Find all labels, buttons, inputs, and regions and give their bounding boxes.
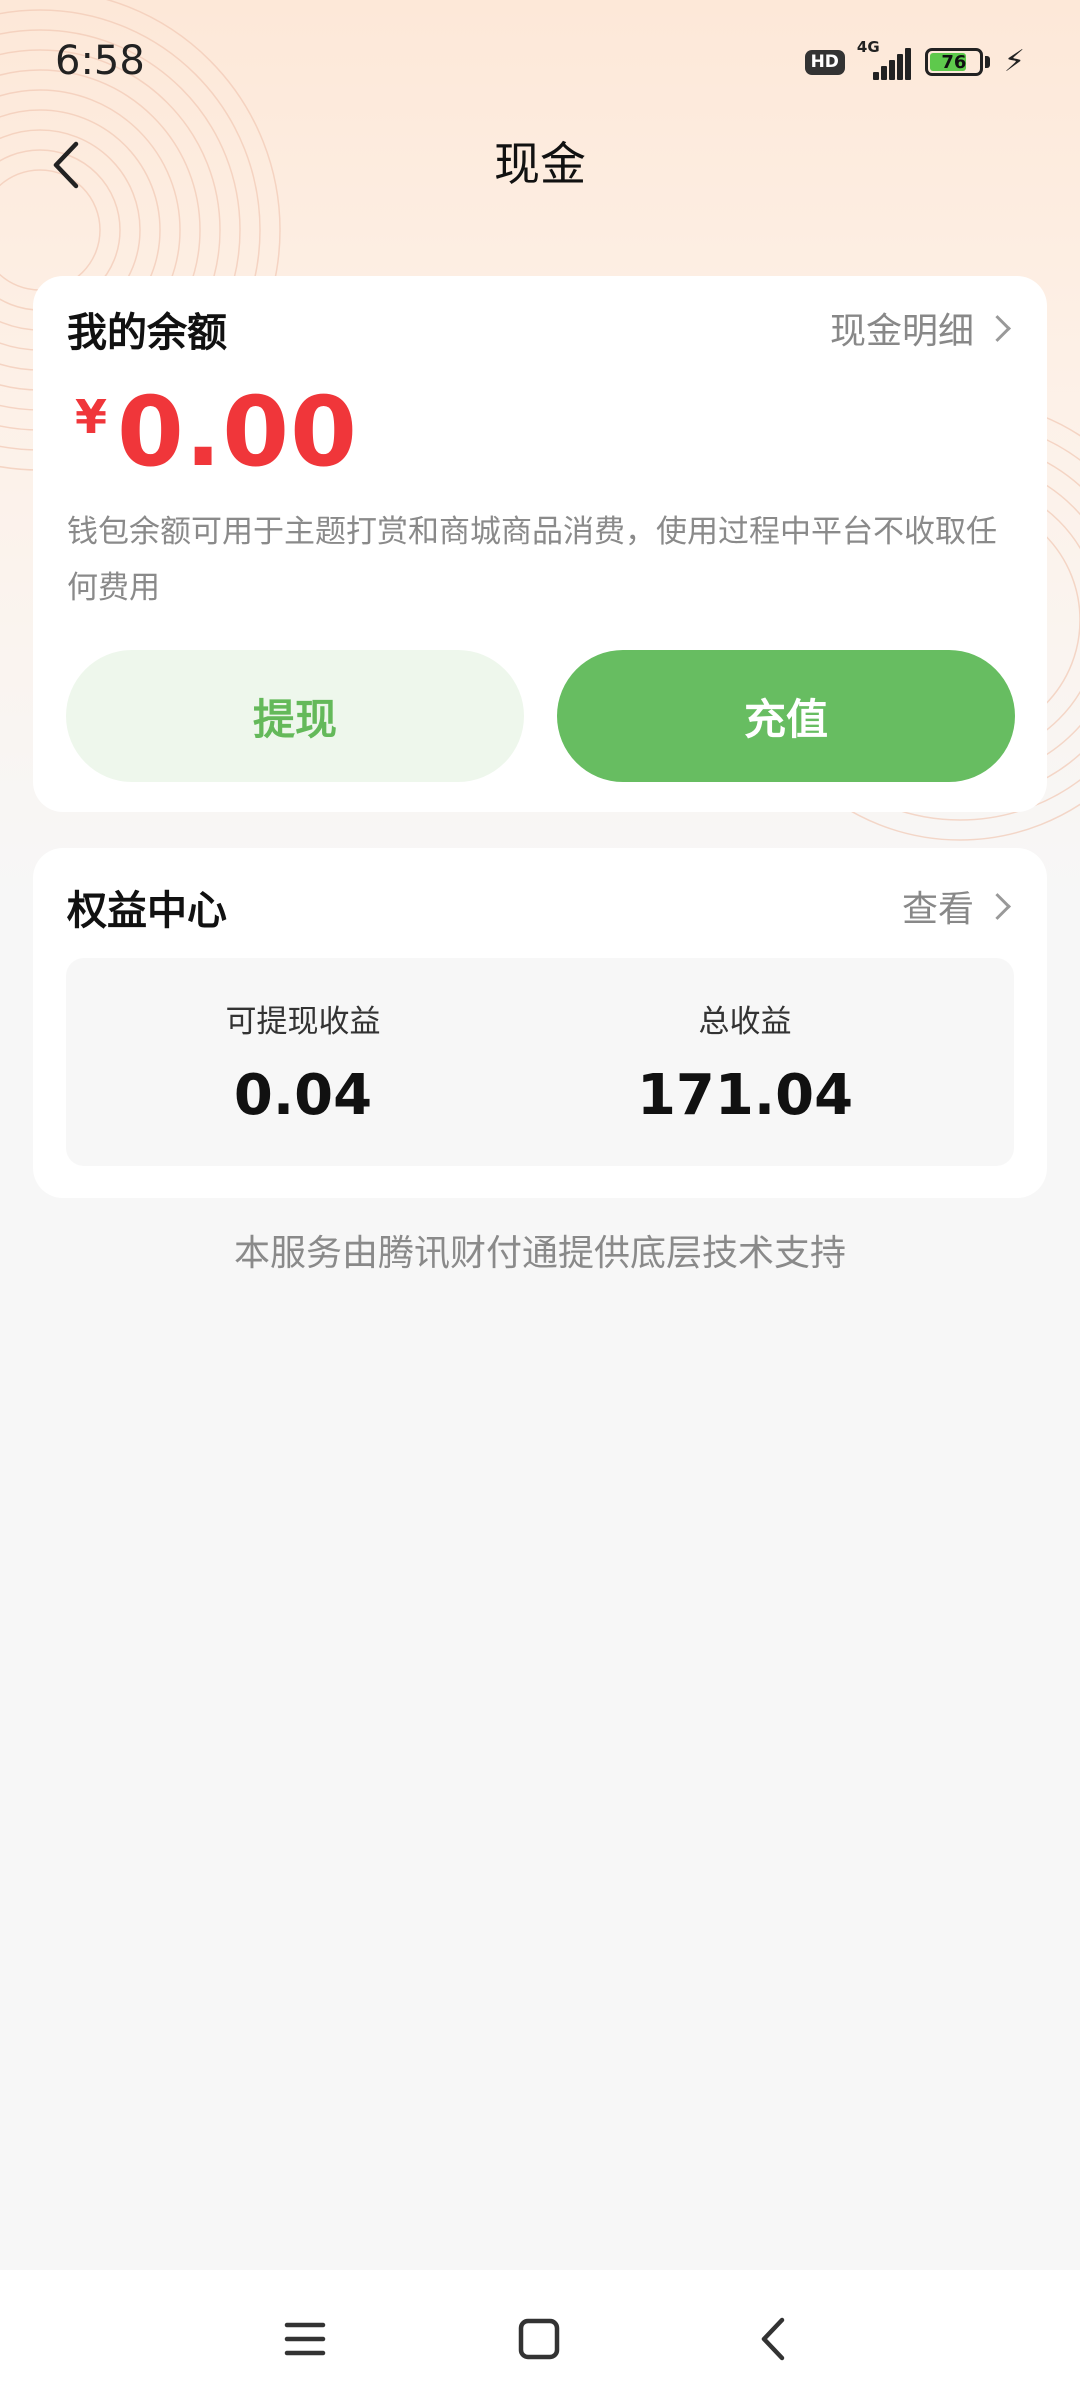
cash-details-link[interactable]: 现金明细 [829, 302, 1011, 354]
menu-button[interactable] [270, 2304, 340, 2374]
balance-title: 我的余额 [67, 310, 227, 356]
battery-cap [984, 56, 990, 68]
status-bar: 6:58 HD 4G 76 ⚡ [0, 0, 1080, 125]
system-nav-bar [0, 2270, 1080, 2400]
balance-amount: ¥ 0.00 [75, 376, 358, 488]
chevron-right-icon [984, 892, 1011, 920]
earnings-stats: 可提现收益 0.04 总收益 171.04 [66, 958, 1014, 1166]
balance-card: 我的余额 现金明细 ¥ 0.00 钱包余额可用于主题打赏和商城商品消费，使用过程… [33, 276, 1047, 812]
system-back-button[interactable] [738, 2304, 808, 2374]
page-title: 现金 [494, 137, 586, 191]
hd-icon: HD [804, 49, 845, 75]
home-button[interactable] [504, 2304, 574, 2374]
withdrawable-value: 0.04 [233, 1063, 373, 1128]
withdraw-button[interactable]: 提现 [66, 650, 524, 782]
back-triangle-icon [761, 2317, 785, 2361]
service-provider-note: 本服务由腾讯财付通提供底层技术支持 [233, 1233, 846, 1274]
battery-level: 76 [941, 51, 967, 73]
status-time: 6:58 [55, 38, 145, 84]
signal-icon: 4G [857, 38, 911, 80]
charging-icon: ⚡ [1003, 44, 1025, 79]
view-label: 查看 [901, 889, 974, 930]
currency-symbol: ¥ [75, 390, 108, 444]
total-earnings-value: 171.04 [636, 1063, 854, 1128]
menu-icon [284, 2322, 326, 2356]
battery-icon: 76 [924, 48, 983, 76]
total-earnings: 总收益 171.04 [508, 958, 982, 1128]
rights-center-title: 权益中心 [67, 888, 227, 934]
withdrawable-label: 可提现收益 [225, 1004, 381, 1040]
cash-details-label: 现金明细 [829, 311, 974, 352]
balance-value: 0.00 [117, 376, 358, 488]
recharge-button[interactable]: 充值 [557, 650, 1015, 782]
balance-description: 钱包余额可用于主题打赏和商城商品消费，使用过程中平台不收取任何费用 [67, 514, 997, 606]
network-type-label: 4G [856, 38, 880, 56]
view-link[interactable]: 查看 [901, 880, 1011, 932]
total-earnings-label: 总收益 [698, 1004, 792, 1040]
home-square-icon [518, 2318, 560, 2360]
chevron-right-icon [984, 314, 1011, 342]
status-icons: HD 4G 76 ⚡ [804, 38, 1025, 82]
rights-center-card: 权益中心 查看 可提现收益 0.04 总收益 171.04 [33, 848, 1047, 1198]
withdrawable-earnings: 可提现收益 0.04 [66, 958, 540, 1128]
